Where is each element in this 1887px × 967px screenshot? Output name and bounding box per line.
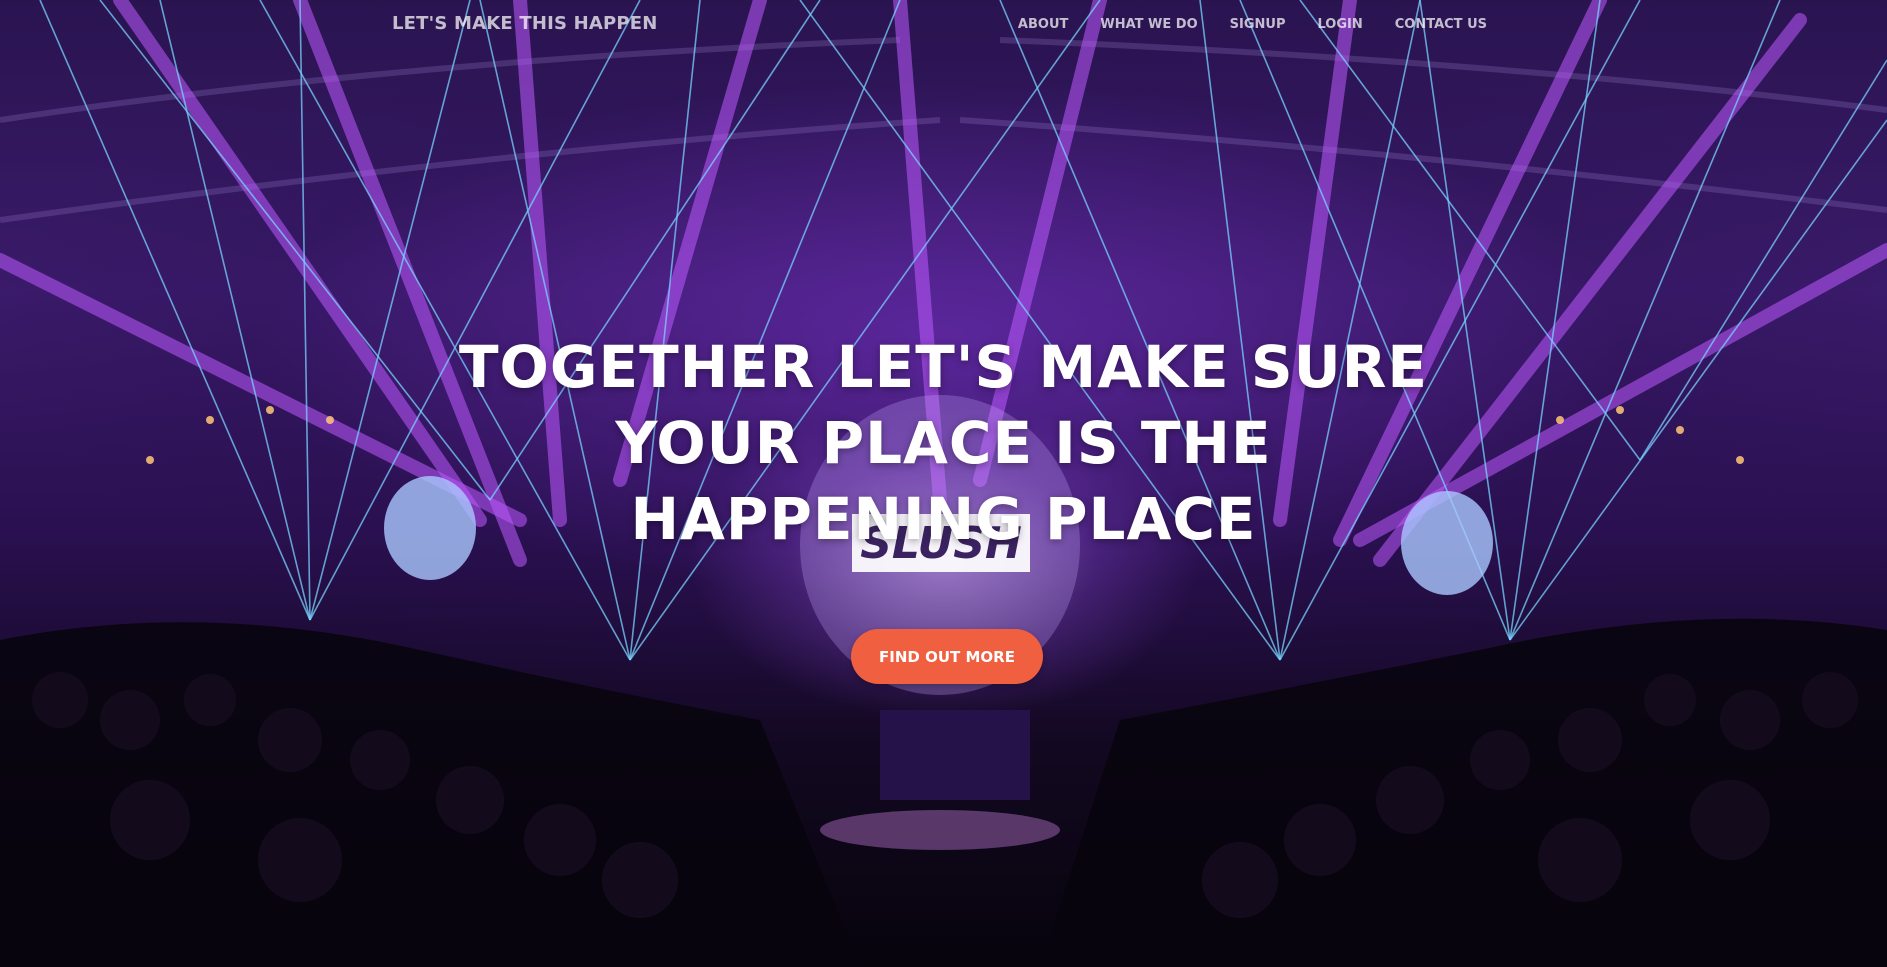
find-out-more-button[interactable]: FIND OUT MORE bbox=[851, 629, 1043, 684]
nav-link-login[interactable]: LOGIN bbox=[1317, 17, 1362, 32]
nav-link-what-we-do[interactable]: WHAT WE DO bbox=[1100, 17, 1197, 32]
top-navbar: LET'S MAKE THIS HAPPEN ABOUT WHAT WE DO … bbox=[0, 0, 1887, 52]
nav-links: ABOUT WHAT WE DO SIGNUP LOGIN CONTACT US bbox=[1018, 17, 1487, 32]
brand-logo[interactable]: LET'S MAKE THIS HAPPEN bbox=[392, 13, 658, 34]
nav-link-signup[interactable]: SIGNUP bbox=[1230, 17, 1286, 32]
hero-headline: TOGETHER LET'S MAKE SURE YOUR PLACE IS T… bbox=[458, 332, 1429, 553]
hero-section: SLUSH LET'S MAKE THIS HAPPEN ABOUT WHAT … bbox=[0, 0, 1887, 967]
nav-link-contact-us[interactable]: CONTACT US bbox=[1395, 17, 1487, 32]
nav-link-about[interactable]: ABOUT bbox=[1018, 17, 1068, 32]
